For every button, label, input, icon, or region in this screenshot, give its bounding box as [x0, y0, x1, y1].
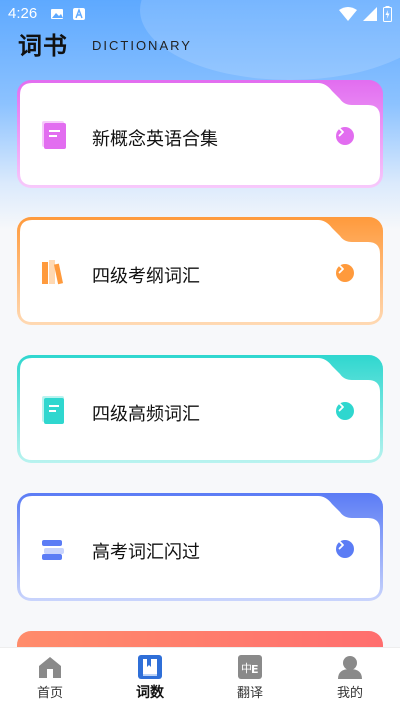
user-icon: [338, 656, 362, 679]
signal-icon: [363, 7, 377, 21]
book-card[interactable]: 四级考纲词汇: [17, 217, 383, 325]
card-body: 新概念英语合集: [20, 83, 380, 185]
card-body: 四级考纲词汇: [20, 220, 380, 322]
book-card[interactable]: 新概念英语合集: [17, 80, 383, 188]
dictionary-book-icon: [138, 655, 162, 679]
card-title: 四级高频词汇: [92, 404, 200, 425]
tab-translate[interactable]: 中E 翻译: [200, 648, 300, 712]
card-title: 四级考纲词汇: [92, 266, 200, 287]
a-box-icon: [73, 8, 85, 20]
books-stack-icon: [42, 258, 66, 286]
page-subtitle: DICTIONARY: [92, 38, 192, 53]
bottom-tab-bar: 首页 词数 中E 翻译 我的: [0, 647, 400, 712]
home-icon: [39, 657, 61, 678]
book-card[interactable]: 高考词汇闪过: [17, 493, 383, 601]
status-bar: 4:26: [0, 0, 400, 28]
page-title: 词书: [18, 32, 68, 60]
card-title: 高考词汇闪过: [92, 542, 200, 563]
tab-translate-label: 翻译: [236, 686, 263, 701]
svg-text:E: E: [251, 663, 259, 676]
pink-book-icon: [42, 121, 66, 149]
tab-profile-label: 我的: [336, 686, 363, 701]
tab-home[interactable]: 首页: [0, 648, 100, 712]
battery-icon: [383, 6, 392, 22]
wifi-icon: [339, 7, 357, 21]
teal-book-icon: [42, 396, 66, 424]
card-body: 四级高频词汇: [20, 358, 380, 460]
book-card-partial: [17, 631, 383, 647]
chevron-right-icon[interactable]: [336, 540, 354, 558]
book-card[interactable]: 四级高频词汇: [17, 355, 383, 463]
tab-home-label: 首页: [36, 686, 63, 701]
translate-icon: 中E: [238, 655, 262, 679]
card-body: 高考词汇闪过: [20, 496, 380, 598]
image-icon: [51, 9, 63, 19]
card-title: 新概念英语合集: [92, 129, 218, 150]
status-time: 4:26: [8, 5, 38, 22]
tab-profile[interactable]: 我的: [300, 648, 400, 712]
chevron-right-icon[interactable]: [336, 402, 354, 420]
tab-dictionary[interactable]: 词数: [100, 648, 200, 712]
chevron-right-icon[interactable]: [336, 127, 354, 145]
chevron-right-icon[interactable]: [336, 264, 354, 282]
tab-dictionary-label: 词数: [136, 685, 164, 701]
layered-stack-icon: [42, 534, 66, 562]
